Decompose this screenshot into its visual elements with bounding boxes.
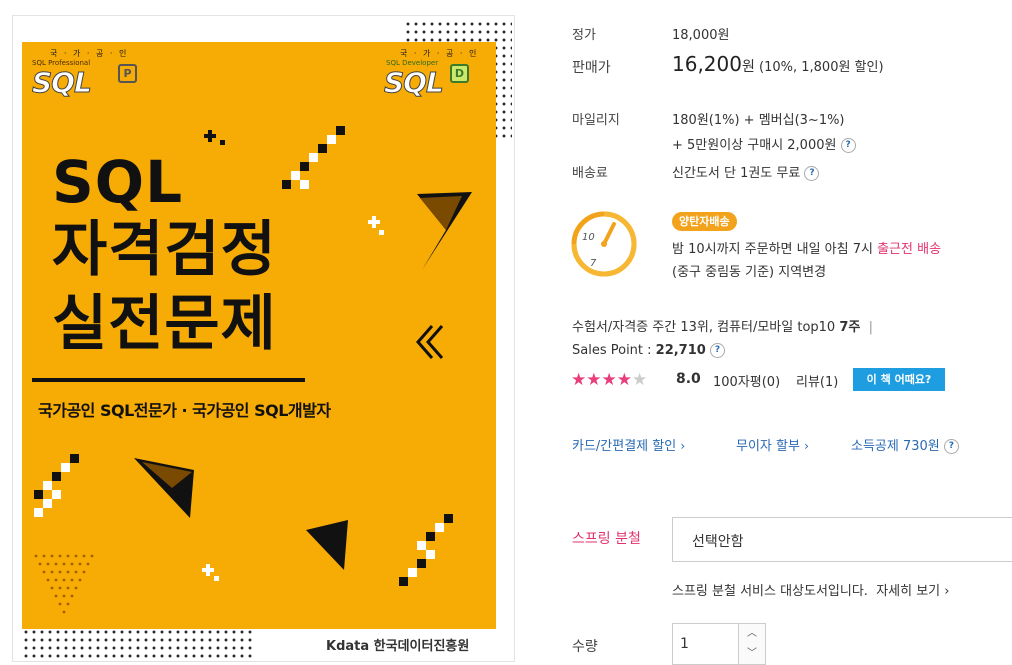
quantity-stepper[interactable]: 1 ︿ ﹀	[672, 623, 766, 665]
cover-dot-pattern-bottom	[22, 628, 252, 660]
spring-more-link[interactable]: 자세히 보기 ›	[876, 584, 949, 599]
shipping-text: 신간도서 단 1권도 무료	[672, 166, 801, 181]
sales-point-label: Sales Point :	[572, 343, 656, 358]
short-review-link[interactable]: 100자평(0)	[713, 371, 780, 390]
ranking-info: 수험서/자격증 주간 13위, 컴퓨터/모바일 top10 7주 |	[572, 316, 873, 335]
mileage-line2: + 5만원이상 구매시 2,000원 ?	[672, 134, 856, 153]
delivery-line1-text: 밤 10시까지 주문하면 내일 아침 7시	[672, 242, 878, 257]
star-icon: ★	[616, 370, 632, 390]
installment-link[interactable]: 무이자 할부 ›	[736, 435, 809, 454]
star-empty-icon: ★	[632, 370, 648, 390]
spring-binding-select[interactable]: 선택안함	[672, 517, 1012, 562]
delivery-highlight: 출근전 배송	[877, 242, 942, 257]
tax-deduction-link[interactable]: 소득공제 730원 ?	[851, 435, 959, 454]
mileage-line1: 180원(1%) + 멤버십(3~1%)	[672, 113, 845, 128]
tax-help-icon[interactable]: ?	[943, 439, 959, 454]
chevron-right-icon: ›	[804, 439, 809, 453]
change-region-link[interactable]: 지역변경	[778, 265, 826, 280]
cover-title-line3: 실전문제	[52, 289, 277, 359]
quantity-down-icon[interactable]: ﹀	[738, 644, 765, 664]
ranking-text[interactable]: 수험서/자격증 주간 13위, 컴퓨터/모바일 top10	[572, 320, 839, 335]
clock-text-top: 10	[582, 232, 595, 243]
delivery-line1: 밤 10시까지 주문하면 내일 아침 7시 출근전 배송	[672, 238, 941, 257]
card-discount-link[interactable]: 카드/간편결제 할인 ›	[572, 435, 685, 454]
sales-point-help-icon[interactable]: ?	[709, 343, 725, 358]
sale-price-unit: 원	[741, 59, 755, 75]
mileage-line2-text: + 5만원이상 구매시 2,000원	[672, 138, 837, 153]
quantity-label: 수량	[572, 639, 598, 655]
spring-binding-label: 스프링 분철	[572, 531, 641, 547]
clock-text-bottom: 7	[590, 258, 597, 269]
spring-more-label: 자세히 보기	[876, 584, 941, 599]
sale-price-label: 판매가	[572, 60, 611, 76]
clock-icon: 10 7	[571, 211, 637, 277]
cover-title-line2: 자격검정	[52, 215, 277, 285]
rating-score: 8.0	[676, 371, 701, 387]
spring-note: 스프링 분철 서비스 대상도서입니다. 자세히 보기 ›	[672, 580, 949, 599]
star-icon: ★	[586, 370, 602, 390]
shipping-value: 신간도서 단 1권도 무료 ?	[672, 162, 820, 181]
book-cover-image[interactable]: 국 · 가 · 공 · 인 SQL Professional SQL P 국 ·…	[22, 42, 496, 629]
delivery-line2: (중구 중림동 기준) 지역변경	[672, 261, 826, 280]
delivery-badge: 양탄자배송	[672, 212, 737, 231]
sales-point-value: 22,710	[655, 343, 706, 358]
cover-title-line1: SQL	[52, 148, 184, 216]
spring-note-text: 스프링 분철 서비스 대상도서입니다.	[672, 584, 868, 599]
chevron-right-icon: ›	[680, 439, 686, 453]
ranking-weeks: 7주	[839, 320, 861, 335]
star-icon: ★	[571, 370, 587, 390]
mileage-label: 마일리지	[572, 113, 620, 128]
list-price-label: 정가	[572, 28, 596, 43]
shipping-label: 배송료	[572, 166, 608, 181]
shipping-help-icon[interactable]: ?	[804, 166, 820, 181]
delivery-line2-text: (중구 중림동 기준)	[672, 265, 779, 280]
ranking-separator: |	[868, 320, 874, 335]
star-icon: ★	[601, 370, 617, 390]
review-link[interactable]: 리뷰(1)	[796, 371, 838, 390]
quantity-up-icon[interactable]: ︿	[738, 624, 765, 645]
sale-price-amount: 16,200	[672, 52, 742, 76]
rating-stars: ★★★★★	[571, 370, 647, 389]
mileage-help-icon[interactable]: ?	[840, 138, 856, 153]
quantity-input[interactable]: 1	[680, 636, 689, 652]
sales-point: Sales Point : 22,710 ?	[572, 343, 725, 358]
tax-deduction-label: 소득공제 730원	[851, 439, 940, 454]
card-discount-label: 카드/간편결제 할인	[572, 439, 677, 454]
chevron-right-icon: ›	[944, 584, 950, 599]
list-price-value: 18,000원	[672, 28, 730, 43]
cover-subtitle: 국가공인 SQL전문가 · 국가공인 SQL개발자	[38, 401, 331, 420]
publisher-logo: Kdata 한국데이터진흥원	[326, 639, 470, 654]
sale-price-discount: (10%, 1,800원 할인)	[759, 60, 884, 75]
rate-book-button[interactable]: 이 책 어때요?	[853, 368, 945, 391]
cover-divider	[32, 378, 305, 382]
installment-label: 무이자 할부	[736, 439, 800, 454]
sale-price: 16,200원 (10%, 1,800원 할인)	[672, 52, 884, 76]
spring-binding-selected: 선택안함	[692, 534, 744, 550]
